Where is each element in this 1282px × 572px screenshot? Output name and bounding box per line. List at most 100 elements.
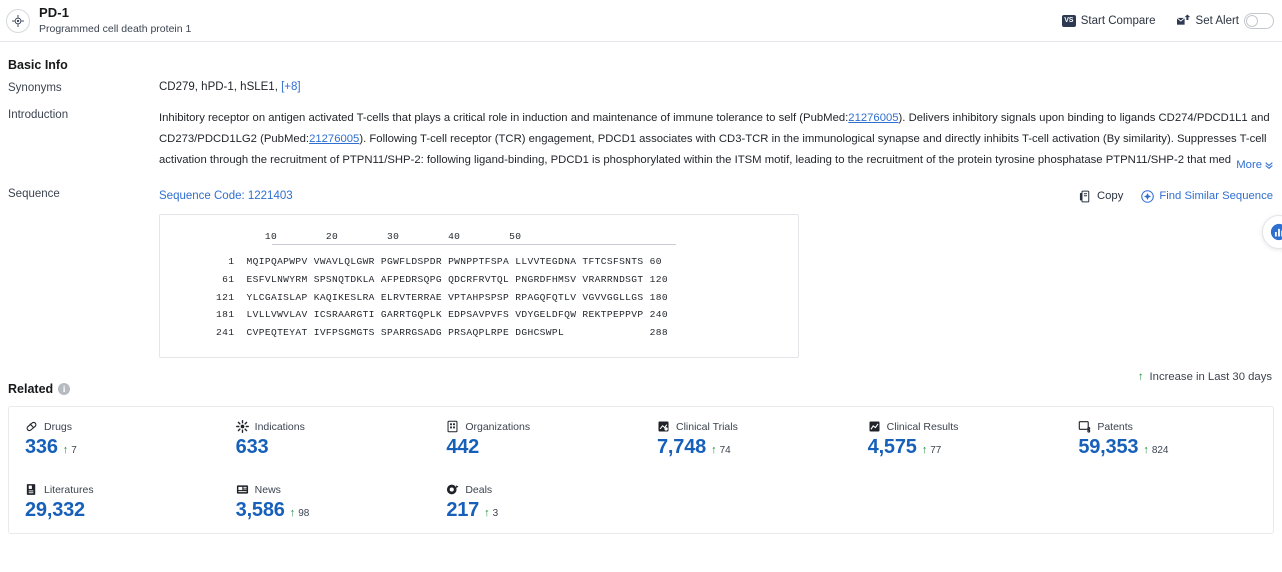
introduction-more-label: More <box>1236 159 1262 171</box>
up-arrow-icon: ↑ <box>62 444 69 456</box>
sequence-ruler: 10 20 30 40 50 <box>216 231 522 242</box>
sequence-tools: Copy Find Similar Sequence <box>1079 189 1274 203</box>
stat-card-drugs[interactable]: Drugs 336 ↑ 7 <box>9 407 220 470</box>
organizations-icon <box>446 420 459 433</box>
stat-card-value-row: 633 <box>236 436 431 459</box>
stat-card-header: Deals <box>446 483 641 496</box>
sequence-row: Sequence Sequence Code: 1221403 Copy Fin… <box>8 187 1274 358</box>
stat-card-header: News <box>236 483 431 496</box>
sequence-text: 1 MQIPQAPWPV VWAVLQLGWR PGWFLDSPDR PWNPP… <box>216 256 668 339</box>
related-title-text: Related <box>8 382 54 396</box>
stat-card-label: Patents <box>1097 420 1133 433</box>
stat-card-clinical-results[interactable]: Clinical Results 4,575 ↑ 77 <box>852 407 1063 470</box>
page-title: PD-1 <box>39 5 70 20</box>
stat-card-delta: ↑ 98 <box>290 507 310 519</box>
stat-card-patents[interactable]: Patents 59,353 ↑ 824 <box>1062 407 1273 470</box>
clinical-results-icon <box>868 420 881 433</box>
related-heading: Related i <box>8 382 71 396</box>
up-arrow-icon: ↑ <box>484 507 490 519</box>
sequence-value: Sequence Code: 1221403 Copy Find Similar… <box>159 187 1274 358</box>
header-actions: VS Start Compare Set Alert <box>1061 12 1274 29</box>
chart-bubble-icon <box>1270 223 1282 241</box>
up-arrow-icon: ↑ <box>711 444 717 456</box>
start-compare-button[interactable]: VS Start Compare <box>1061 14 1156 27</box>
sequence-ruler-rule <box>272 244 676 245</box>
entity-identity: PD-1 Programmed cell death protein 1 <box>6 5 192 35</box>
stat-card-deals[interactable]: Deals 217 ↑ 3 <box>430 470 641 533</box>
pubmed-link-1[interactable]: 21276005 <box>848 112 898 124</box>
stat-card-delta: ↑ 74 <box>711 444 731 456</box>
stat-card-delta-value: 77 <box>930 445 942 456</box>
stat-card-value-row: 217 ↑ 3 <box>446 499 641 522</box>
synonyms-label: Synonyms <box>8 82 62 94</box>
deals-icon <box>446 483 459 496</box>
stat-card-value: 336 <box>25 436 58 458</box>
literatures-icon <box>25 483 38 496</box>
indications-icon <box>235 420 249 433</box>
synonyms-row: Synonyms CD279, hPD-1, hSLE1, [+8] <box>8 81 1274 94</box>
start-compare-label: Start Compare <box>1080 14 1156 27</box>
stat-card-header: Clinical Results <box>868 420 1063 433</box>
stat-card-value-row: 442 <box>446 436 641 459</box>
stat-card-value-row: 29,332 <box>25 499 220 522</box>
stat-card-label: Organizations <box>465 420 531 433</box>
pubmed-link-2[interactable]: 21276005 <box>309 133 359 145</box>
set-alert-control[interactable]: Set Alert <box>1176 12 1274 29</box>
stat-card-header: Literatures <box>25 483 220 496</box>
introduction-text: Inhibitory receptor on antigen activated… <box>159 108 1274 171</box>
sequence-label: Sequence <box>8 188 60 200</box>
set-alert-toggle[interactable] <box>1244 12 1274 29</box>
stat-card-value: 7,748 <box>657 436 707 458</box>
stat-card-value: 4,575 <box>867 436 917 458</box>
sequence-box: 10 20 30 40 50 1 MQIPQAPWPV VWAVLQLGWR P… <box>159 214 799 358</box>
page-subtitle: Programmed cell death protein 1 <box>39 22 192 35</box>
find-similar-label: Find Similar Sequence <box>1159 190 1273 202</box>
synonyms-more-link[interactable]: [+8] <box>281 81 301 93</box>
sequence-code[interactable]: Sequence Code: 1221403 <box>159 190 293 202</box>
stat-card-organizations[interactable]: Organizations 442 <box>430 407 641 470</box>
app-header: PD-1 Programmed cell death protein 1 VS … <box>0 0 1282 42</box>
stat-card-delta: ↑ 77 <box>922 444 942 456</box>
info-icon[interactable]: i <box>58 383 71 395</box>
stat-card-delta: ↑ 3 <box>484 507 498 519</box>
basic-info-heading: Basic Info <box>8 58 68 72</box>
stat-card-value: 29,332 <box>25 499 85 521</box>
sequence-header: Sequence Code: 1221403 Copy Find Similar… <box>159 187 1274 205</box>
toggle-knob <box>1246 14 1258 27</box>
stat-card-value: 217 <box>446 499 480 521</box>
stat-card-value-row: 336 ↑ 7 <box>25 436 220 459</box>
stat-card-value-row: 59,353 ↑ 824 <box>1078 436 1273 459</box>
synonyms-value: CD279, hPD-1, hSLE1, [+8] <box>159 81 1274 93</box>
copy-sequence-button[interactable]: Copy <box>1079 190 1123 203</box>
up-arrow-icon: ↑ <box>289 507 296 519</box>
copy-label: Copy <box>1096 190 1124 202</box>
stat-card-delta-value: 98 <box>298 508 310 519</box>
introduction-more-toggle[interactable]: More <box>1232 159 1274 171</box>
stat-card-delta-value: 824 <box>1151 445 1169 456</box>
up-arrow-icon: ↑ <box>1143 444 1149 456</box>
drug-pill-icon <box>25 420 38 433</box>
stat-card-clinical-trials[interactable]: Clinical Trials 7,748 ↑ 74 <box>641 407 852 470</box>
stat-card-delta-value: 74 <box>719 445 731 456</box>
stat-card-label: Literatures <box>44 483 94 496</box>
stat-card-indications[interactable]: Indications 633 <box>220 407 431 470</box>
introduction-label: Introduction <box>8 109 69 121</box>
stat-card-literatures[interactable]: Literatures 29,332 <box>9 470 220 533</box>
stat-card-label: Deals <box>465 483 493 496</box>
related-stats-grid: Drugs 336 ↑ 7 Indications 633 Organizations 442… <box>8 406 1274 534</box>
stat-card-value: 633 <box>235 436 269 458</box>
stat-card-delta: ↑ 824 <box>1143 444 1168 456</box>
related-legend: ↑ Increase in Last 30 days <box>1138 371 1274 383</box>
clinical-trials-icon <box>657 420 670 433</box>
find-similar-sequence-button[interactable]: Find Similar Sequence <box>1141 189 1273 203</box>
patents-icon <box>1078 420 1091 433</box>
stat-card-delta-value: 7 <box>71 445 77 456</box>
related-header-row: Related i ↑ Increase in Last 30 days <box>8 358 1274 396</box>
alert-bell-icon <box>1176 14 1191 27</box>
stat-card-header: Indications <box>235 420 431 433</box>
stat-card-value-row: 7,748 ↑ 74 <box>657 436 852 459</box>
set-alert-label: Set Alert <box>1195 14 1239 27</box>
stat-card-news[interactable]: News 3,586 ↑ 98 <box>220 470 431 533</box>
stat-card-label: Drugs <box>44 420 73 433</box>
stat-card-label: Indications <box>254 420 305 433</box>
